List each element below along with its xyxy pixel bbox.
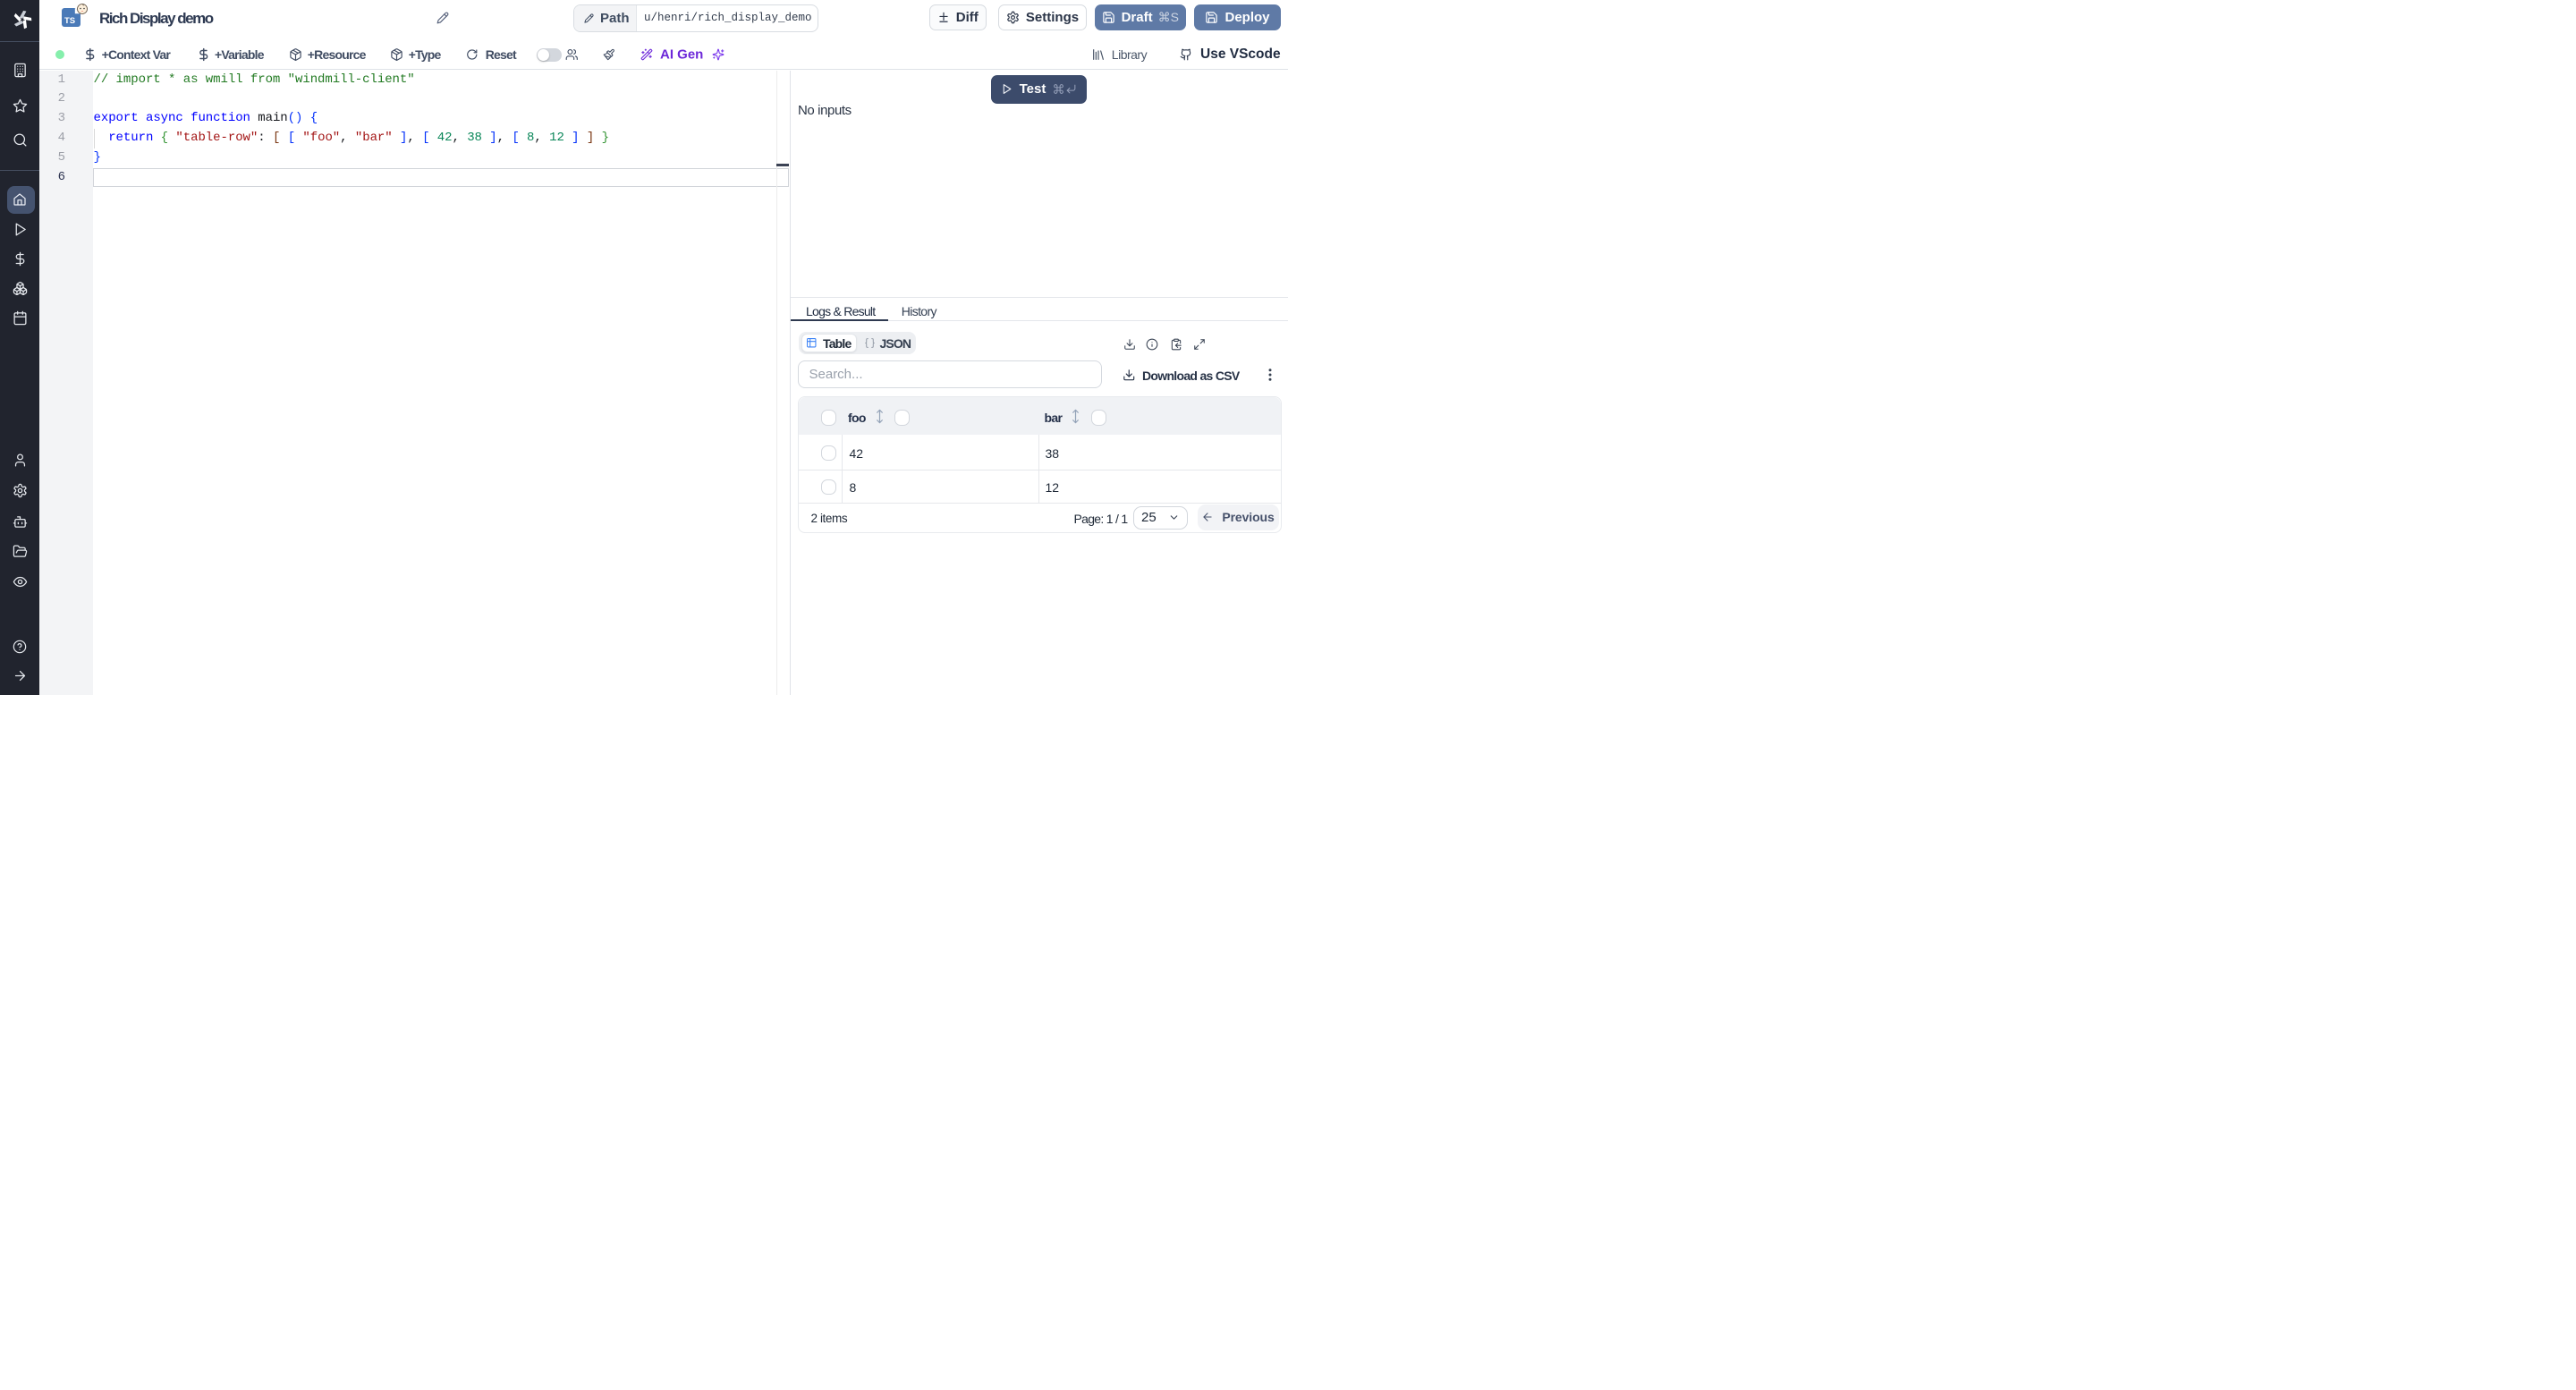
svg-text:TS: TS [64,16,75,26]
